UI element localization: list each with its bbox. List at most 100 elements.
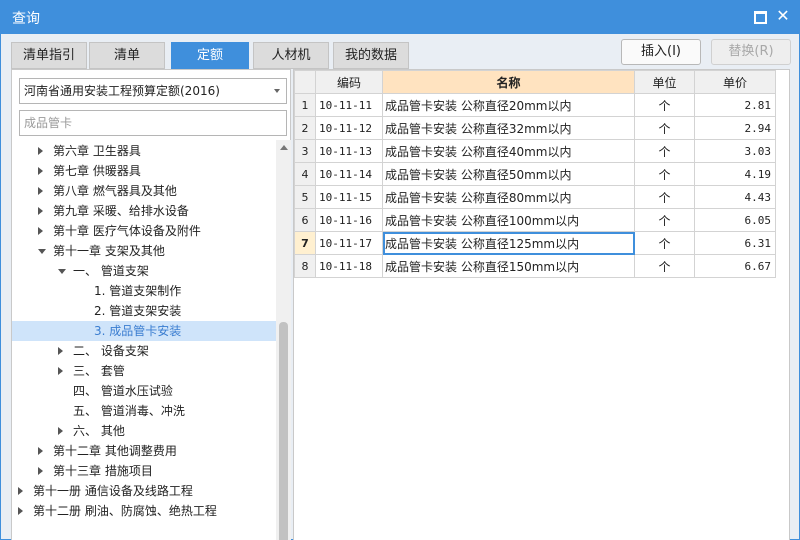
code-cell[interactable]: 10-11-14 bbox=[315, 162, 383, 186]
table-row[interactable]: 8 10-11-18 成品管卡安装 公称直径150mm以内个 6.67 bbox=[294, 254, 776, 278]
row-number-cell[interactable]: 5 bbox=[294, 185, 316, 209]
price-cell[interactable]: 6.67 bbox=[694, 254, 776, 278]
tree-item[interactable]: 第八章 燃气器具及其他 bbox=[12, 181, 276, 201]
unit-cell[interactable]: 个 bbox=[634, 93, 695, 117]
unit-cell[interactable]: 个 bbox=[634, 139, 695, 163]
tree-item[interactable]: 三、 套管 bbox=[12, 361, 276, 381]
tree-item[interactable]: 一、 管道支架 bbox=[12, 261, 276, 281]
tree-item[interactable]: 第七章 供暖器具 bbox=[12, 161, 276, 181]
collapsed-caret-icon[interactable] bbox=[18, 487, 23, 495]
price-column-header[interactable]: 单价 bbox=[694, 70, 776, 94]
row-number-cell[interactable]: 7 bbox=[294, 231, 316, 255]
tree-scrollbar[interactable] bbox=[276, 140, 291, 540]
code-cell[interactable]: 10-11-15 bbox=[315, 185, 383, 209]
code-cell[interactable]: 10-11-13 bbox=[315, 139, 383, 163]
price-cell[interactable]: 4.19 bbox=[694, 162, 776, 186]
collapsed-caret-icon[interactable] bbox=[38, 207, 43, 215]
collapsed-caret-icon[interactable] bbox=[38, 227, 43, 235]
tree-item[interactable]: 第十二章 其他调整费用 bbox=[12, 441, 276, 461]
code-column-header[interactable]: 编码 bbox=[315, 70, 383, 94]
tree-item[interactable]: 3. 成品管卡安装 bbox=[12, 321, 276, 341]
unit-cell[interactable]: 个 bbox=[634, 162, 695, 186]
row-number-cell[interactable]: 3 bbox=[294, 139, 316, 163]
row-number-cell[interactable]: 6 bbox=[294, 208, 316, 232]
code-cell[interactable]: 10-11-11 bbox=[315, 93, 383, 117]
collapsed-caret-icon[interactable] bbox=[58, 367, 63, 375]
tree-item[interactable]: 第六章 卫生器具 bbox=[12, 141, 276, 161]
table-row[interactable]: 5 10-11-15 成品管卡安装 公称直径80mm以内个 4.43 bbox=[294, 185, 776, 209]
row-number-cell[interactable]: 4 bbox=[294, 162, 316, 186]
tab-list-guide[interactable]: 清单指引 bbox=[11, 42, 87, 69]
table-row[interactable]: 2 10-11-12 成品管卡安装 公称直径32mm以内个 2.94 bbox=[294, 116, 776, 140]
quota-library-dropdown[interactable]: 河南省通用安装工程预算定额(2016) bbox=[19, 78, 287, 104]
tab-my-data[interactable]: 我的数据 bbox=[333, 42, 409, 69]
table-row[interactable]: 1 10-11-11 成品管卡安装 公称直径20mm以内个 2.81 bbox=[294, 93, 776, 117]
collapsed-caret-icon[interactable] bbox=[58, 427, 63, 435]
tree-item[interactable]: 六、 其他 bbox=[12, 421, 276, 441]
tab-quota[interactable]: 定额 bbox=[171, 42, 249, 69]
row-number-cell[interactable]: 8 bbox=[294, 254, 316, 278]
unit-cell[interactable]: 个 bbox=[634, 116, 695, 140]
tab-labor-material-machine[interactable]: 人材机 bbox=[253, 42, 329, 69]
unit-cell[interactable]: 个 bbox=[634, 231, 695, 255]
name-column-header[interactable]: 名称 bbox=[382, 70, 635, 94]
name-cell[interactable]: 成品管卡安装 公称直径40mm以内 bbox=[382, 139, 635, 163]
close-icon[interactable]: ✕ bbox=[776, 8, 790, 24]
unit-cell[interactable]: 个 bbox=[634, 254, 695, 278]
scrollbar-thumb[interactable] bbox=[279, 322, 288, 540]
price-cell[interactable]: 6.31 bbox=[694, 231, 776, 255]
price-cell[interactable]: 2.81 bbox=[694, 93, 776, 117]
tree-item[interactable]: 第十章 医疗气体设备及附件 bbox=[12, 221, 276, 241]
collapsed-caret-icon[interactable] bbox=[38, 447, 43, 455]
expanded-caret-icon[interactable] bbox=[38, 249, 46, 254]
expanded-caret-icon[interactable] bbox=[58, 269, 66, 274]
collapsed-caret-icon[interactable] bbox=[38, 467, 43, 475]
insert-button[interactable]: 插入(I) bbox=[621, 39, 701, 65]
collapsed-caret-icon[interactable] bbox=[38, 147, 43, 155]
tree-item[interactable]: 2. 管道支架安装 bbox=[12, 301, 276, 321]
tab-list[interactable]: 清单 bbox=[89, 42, 165, 69]
tree-item[interactable]: 第十三章 措施项目 bbox=[12, 461, 276, 481]
code-cell[interactable]: 10-11-16 bbox=[315, 208, 383, 232]
table-row[interactable]: 3 10-11-13 成品管卡安装 公称直径40mm以内个 3.03 bbox=[294, 139, 776, 163]
tree-item[interactable]: 第十一章 支架及其他 bbox=[12, 241, 276, 261]
price-cell[interactable]: 6.05 bbox=[694, 208, 776, 232]
table-row[interactable]: 4 10-11-14 成品管卡安装 公称直径50mm以内个 4.19 bbox=[294, 162, 776, 186]
maximize-icon[interactable] bbox=[752, 9, 767, 24]
name-cell[interactable]: 成品管卡安装 公称直径20mm以内 bbox=[382, 93, 635, 117]
tree-item[interactable]: 二、 设备支架 bbox=[12, 341, 276, 361]
unit-column-header[interactable]: 单位 bbox=[634, 70, 695, 94]
price-cell[interactable]: 3.03 bbox=[694, 139, 776, 163]
unit-cell[interactable]: 个 bbox=[634, 208, 695, 232]
tree-item[interactable]: 第九章 采暖、给排水设备 bbox=[12, 201, 276, 221]
replace-button[interactable]: 替换(R) bbox=[711, 39, 791, 65]
name-cell[interactable]: 成品管卡安装 公称直径100mm以内 bbox=[382, 208, 635, 232]
row-number-cell[interactable]: 1 bbox=[294, 93, 316, 117]
collapsed-caret-icon[interactable] bbox=[38, 187, 43, 195]
row-number-cell[interactable]: 2 bbox=[294, 116, 316, 140]
price-cell[interactable]: 4.43 bbox=[694, 185, 776, 209]
name-cell[interactable]: 成品管卡安装 公称直径125mm以内 bbox=[382, 231, 635, 255]
tree-item[interactable]: 第十一册 通信设备及线路工程 bbox=[12, 481, 276, 501]
tree-item[interactable]: 四、 管道水压试验 bbox=[12, 381, 276, 401]
search-input[interactable]: 成品管卡 bbox=[19, 110, 287, 136]
code-cell[interactable]: 10-11-18 bbox=[315, 254, 383, 278]
collapsed-caret-icon[interactable] bbox=[18, 507, 23, 515]
name-cell[interactable]: 成品管卡安装 公称直径50mm以内 bbox=[382, 162, 635, 186]
price-cell[interactable]: 2.94 bbox=[694, 116, 776, 140]
code-cell[interactable]: 10-11-17 bbox=[315, 231, 383, 255]
name-cell[interactable]: 成品管卡安装 公称直径32mm以内 bbox=[382, 116, 635, 140]
collapsed-caret-icon[interactable] bbox=[58, 347, 63, 355]
tree-item[interactable]: 1. 管道支架制作 bbox=[12, 281, 276, 301]
chevron-down-icon[interactable] bbox=[274, 89, 280, 93]
name-cell[interactable]: 成品管卡安装 公称直径150mm以内 bbox=[382, 254, 635, 278]
tree-item[interactable]: 第十二册 刷油、防腐蚀、绝热工程 bbox=[12, 501, 276, 521]
unit-cell[interactable]: 个 bbox=[634, 185, 695, 209]
scroll-up-icon[interactable] bbox=[280, 145, 288, 150]
table-row[interactable]: 7 10-11-17 成品管卡安装 公称直径125mm以内个 6.31 bbox=[294, 231, 776, 255]
tree-item[interactable]: 五、 管道消毒、冲洗 bbox=[12, 401, 276, 421]
code-cell[interactable]: 10-11-12 bbox=[315, 116, 383, 140]
collapsed-caret-icon[interactable] bbox=[38, 167, 43, 175]
table-row[interactable]: 6 10-11-16 成品管卡安装 公称直径100mm以内个 6.05 bbox=[294, 208, 776, 232]
name-cell[interactable]: 成品管卡安装 公称直径80mm以内 bbox=[382, 185, 635, 209]
